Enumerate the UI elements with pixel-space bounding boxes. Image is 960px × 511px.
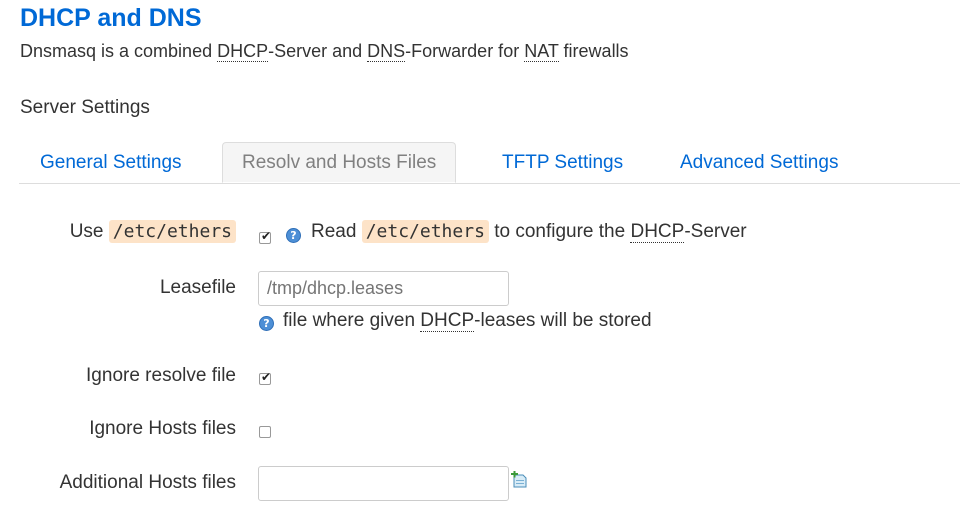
tab-resolv-hosts-files[interactable]: Resolv and Hosts Files [222,142,457,183]
leasefile-input[interactable] [258,271,509,306]
tab-bar: General Settings Resolv and Hosts Files … [19,142,960,184]
help-text: -leases will be stored [474,310,652,331]
help-text: file where given [283,310,421,331]
use-ethers-help: Read /etc/ethers to configure the DHCP-S… [311,220,747,243]
help-text: to configure the [488,221,631,242]
ignore-hosts-checkbox[interactable] [259,426,271,438]
ignore-hosts-label: Ignore Hosts files [89,418,236,439]
additional-hosts-input[interactable] [258,466,509,501]
help-icon: ? [259,316,274,331]
abbr-nat: NAT [524,41,559,62]
abbr-dns: DNS [367,41,406,62]
help-text: -Server [684,221,747,242]
help-icon: ? [286,228,301,243]
ethers-path-code: /etc/ethers [108,220,236,243]
use-ethers-label-text: Use [69,221,109,242]
use-ethers-label: Use /etc/ethers [20,220,236,243]
tab-tftp-settings[interactable]: TFTP Settings [502,142,623,183]
ignore-resolve-label: Ignore resolve file [86,365,236,386]
add-entry-icon[interactable] [511,470,529,489]
tab-advanced-settings[interactable]: Advanced Settings [680,142,838,183]
ethers-path-code: /etc/ethers [361,220,489,243]
abbr-dhcp: DHCP [420,310,475,332]
abbr-dhcp: DHCP [217,41,269,62]
page-description: Dnsmasq is a combined DHCP-Server and DN… [20,41,629,62]
description-text: -Forwarder for [405,41,525,61]
description-text: -Server and [268,41,368,61]
abbr-dhcp: DHCP [630,221,685,243]
additional-hosts-label: Additional Hosts files [59,472,236,493]
section-title: Server Settings [20,97,150,118]
leasefile-label: Leasefile [159,277,236,298]
description-text: firewalls [558,41,629,61]
checkmark-icon: ✔ [261,370,272,384]
help-text: Read [311,221,362,242]
description-text: Dnsmasq is a combined [20,41,218,61]
leasefile-help: file where given DHCP-leases will be sto… [283,310,652,332]
tab-general-settings[interactable]: General Settings [40,142,182,183]
use-ethers-checkbox[interactable]: ✔ [259,229,272,244]
checkmark-icon: ✔ [261,229,272,243]
page-title: DHCP and DNS [20,4,202,32]
ignore-resolve-checkbox[interactable]: ✔ [259,370,272,385]
